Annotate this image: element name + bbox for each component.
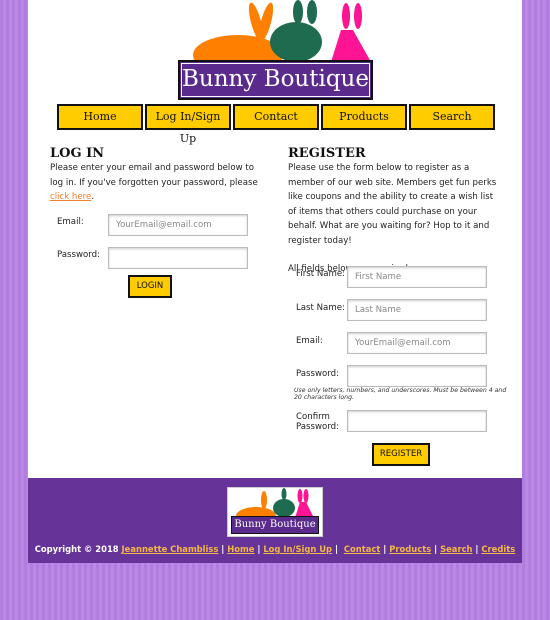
last-name-label: Last Name: (296, 303, 345, 313)
reg-password-label: Password: (296, 369, 340, 379)
confirm-password-label: Confirm Password: (296, 412, 340, 432)
login-intro-text: Please enter your email and password bel… (50, 163, 258, 188)
author-link[interactable]: Jeannette Chambliss (122, 544, 219, 554)
nav-search[interactable]: Search (409, 104, 495, 130)
email-label: Email: (57, 217, 84, 227)
logo-text: Bunny Boutique (178, 60, 373, 100)
footer-home-link[interactable]: Home (227, 544, 254, 554)
reg-email-input[interactable]: YourEmail@email.com (347, 332, 487, 354)
login-title: LOG IN (50, 146, 105, 161)
footer-products-link[interactable]: Products (389, 544, 431, 554)
register-title: REGISTER (288, 146, 366, 161)
first-name-label: First Name: (296, 269, 346, 279)
login-section: LOG IN Please enter your email and passw… (50, 146, 266, 298)
login-button[interactable]: LOGIN (128, 275, 172, 298)
nav-login-signup[interactable]: Log In/Sign Up (145, 104, 231, 145)
footer-login-link[interactable]: Log In/Sign Up (263, 544, 332, 554)
nav-products[interactable]: Products (321, 104, 407, 130)
login-email-input[interactable]: YourEmail@email.com (108, 214, 248, 236)
footer-logo-text: Bunny Boutique (231, 516, 319, 534)
nav-contact[interactable]: Contact (233, 104, 319, 130)
register-intro: Please use the form below to register as… (288, 163, 497, 246)
reg-email-label: Email: (296, 336, 323, 346)
login-intro-end: . (91, 192, 95, 202)
register-section: REGISTER Please use the form below to re… (288, 146, 506, 466)
main-nav: Home Log In/Sign Up Contact Products Sea… (57, 104, 495, 145)
confirm-password-input[interactable] (347, 410, 487, 432)
footer-credits-link[interactable]: Credits (481, 544, 515, 554)
login-password-input[interactable] (108, 247, 248, 269)
bunny-boutique-logo[interactable]: Bunny Boutique (178, 0, 373, 100)
footer-contact-link[interactable]: Contact (344, 544, 381, 554)
first-name-input[interactable]: First Name (347, 266, 487, 288)
copyright-text: Copyright © 2018 (34, 544, 122, 554)
footer-logo[interactable]: Bunny Boutique (227, 487, 323, 537)
footer: Bunny Boutique Copyright © 2018 Jeannett… (28, 478, 522, 563)
password-label: Password: (57, 250, 101, 260)
reg-password-input[interactable] (347, 365, 487, 387)
password-note: Use only letters, numbers, and underscor… (294, 387, 507, 401)
nav-home[interactable]: Home (57, 104, 143, 130)
register-button[interactable]: REGISTER (372, 443, 430, 466)
login-intro: Please enter your email and password bel… (50, 161, 266, 205)
bunnies-icon (193, 0, 371, 75)
page-content: Bunny Boutique Home Log In/Sign Up Conta… (28, 0, 522, 478)
copyright: Copyright © 2018 Jeannette Chambliss | H… (34, 544, 516, 554)
footer-search-link[interactable]: Search (440, 544, 472, 554)
bunnies-icon (236, 488, 314, 525)
last-name-input[interactable]: Last Name (347, 299, 487, 321)
forgot-password-link[interactable]: click here (50, 192, 91, 202)
